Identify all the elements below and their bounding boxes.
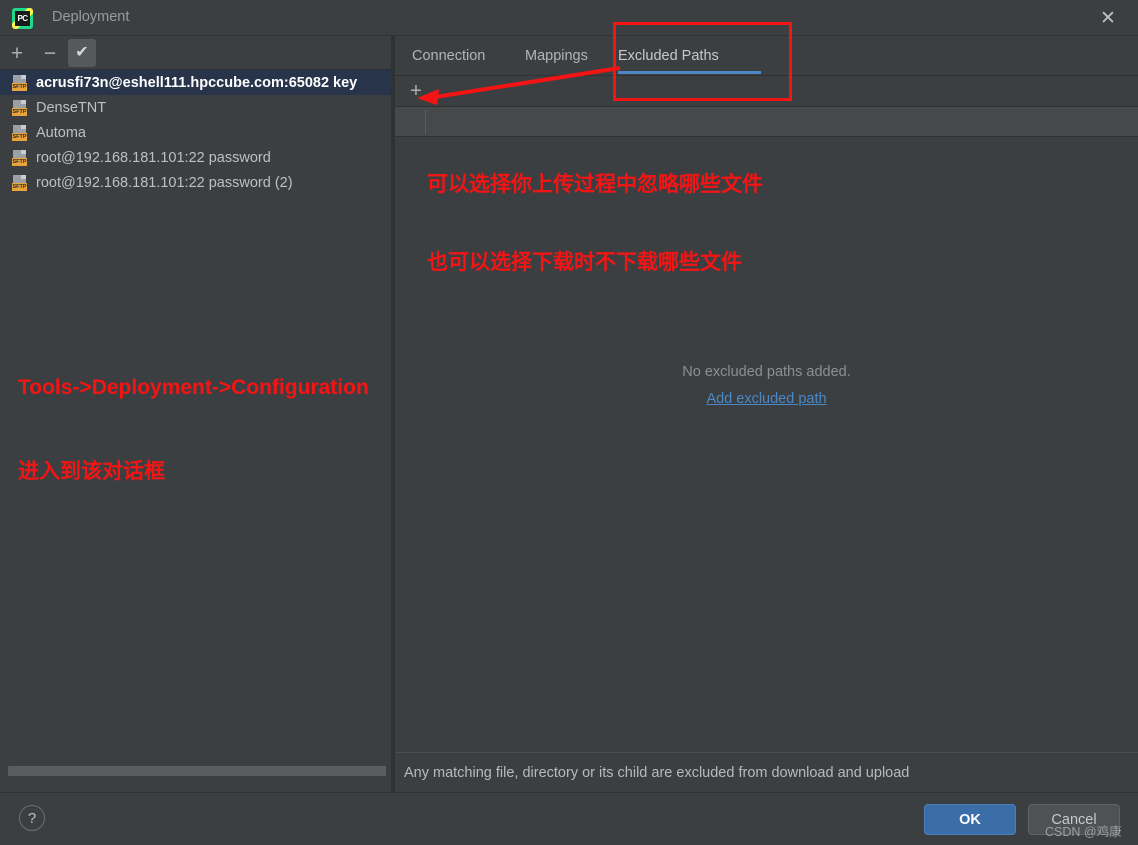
- annotation-right-line2: 也可以选择下载时不下载哪些文件: [427, 251, 742, 274]
- sftp-badge-label: SFTP: [12, 157, 27, 166]
- tab-bar: Connection Mappings Excluded Paths: [395, 36, 1138, 76]
- annotation-left-line1: Tools->Deployment->Configuration: [18, 376, 369, 399]
- window-title: Deployment: [52, 9, 130, 25]
- sftp-icon: SFTP: [12, 74, 28, 91]
- sftp-icon: SFTP: [12, 124, 28, 141]
- annotation-left-line2: 进入到该对话框: [18, 460, 165, 483]
- annotation-right-line1: 可以选择你上传过程中忽略哪些文件: [427, 173, 763, 196]
- sftp-badge-label: SFTP: [12, 107, 27, 116]
- list-item-label: root@192.168.181.101:22 password (2): [36, 174, 293, 191]
- sftp-icon: SFTP: [12, 99, 28, 116]
- list-item[interactable]: SFTP root@192.168.181.101:22 password (2…: [0, 170, 392, 195]
- add-excluded-path-button[interactable]: +: [405, 80, 427, 102]
- list-item[interactable]: SFTP root@192.168.181.101:22 password: [0, 145, 392, 170]
- column-separator[interactable]: [425, 110, 426, 134]
- tab-mappings[interactable]: Mappings: [525, 36, 588, 76]
- list-item[interactable]: SFTP acrusfi73n@eshell111.hpccube.com:65…: [0, 70, 392, 95]
- sftp-icon: SFTP: [12, 174, 28, 191]
- pycharm-logo-icon: PC: [12, 8, 33, 29]
- pycharm-logo-text: PC: [15, 11, 30, 26]
- remove-server-button[interactable]: −: [36, 39, 64, 67]
- excluded-paths-toolbar: +: [395, 77, 1138, 107]
- title-bar: PC Deployment ✕: [0, 0, 1138, 36]
- list-item-label: root@192.168.181.101:22 password: [36, 149, 271, 166]
- status-bar-text: Any matching file, directory or its chil…: [404, 764, 910, 781]
- list-item-label: Automa: [36, 124, 86, 141]
- list-item[interactable]: SFTP Automa: [0, 120, 392, 145]
- sftp-badge-label: SFTP: [12, 182, 27, 191]
- sftp-badge-label: SFTP: [12, 132, 27, 141]
- list-item-label: DenseTNT: [36, 99, 107, 116]
- deployment-dialog: PC Deployment ✕ + − ✔ SFTP acrusfi73n@es…: [0, 0, 1138, 845]
- annotation-left: Tools->Deployment->Configuration 进入到该对话框: [18, 318, 369, 542]
- watermark: CSDN @鸡康: [1045, 825, 1122, 839]
- sftp-badge-label: SFTP: [12, 82, 27, 91]
- annotation-right: 可以选择你上传过程中忽略哪些文件 也可以选择下载时不下载哪些文件: [427, 120, 763, 328]
- ok-button[interactable]: OK: [924, 804, 1016, 835]
- status-bar: Any matching file, directory or its chil…: [395, 752, 1138, 792]
- list-item-label: acrusfi73n@eshell111.hpccube.com:65082 k…: [36, 74, 358, 91]
- list-item[interactable]: SFTP DenseTNT: [0, 95, 392, 120]
- help-icon[interactable]: ?: [19, 805, 45, 831]
- set-default-server-button[interactable]: ✔: [68, 39, 96, 67]
- horizontal-scrollbar-thumb[interactable]: [8, 766, 386, 776]
- tab-connection[interactable]: Connection: [412, 36, 485, 76]
- add-excluded-path-link[interactable]: Add excluded path: [395, 391, 1138, 407]
- empty-state-message: No excluded paths added.: [682, 364, 851, 380]
- sftp-icon: SFTP: [12, 149, 28, 166]
- add-server-button[interactable]: +: [3, 39, 31, 67]
- tab-excluded-paths[interactable]: Excluded Paths: [618, 36, 719, 76]
- connections-toolbar: + − ✔: [0, 36, 392, 70]
- active-tab-underline: [618, 71, 761, 74]
- close-icon[interactable]: ✕: [1086, 4, 1130, 32]
- dialog-button-bar: ? OK Cancel: [0, 792, 1138, 845]
